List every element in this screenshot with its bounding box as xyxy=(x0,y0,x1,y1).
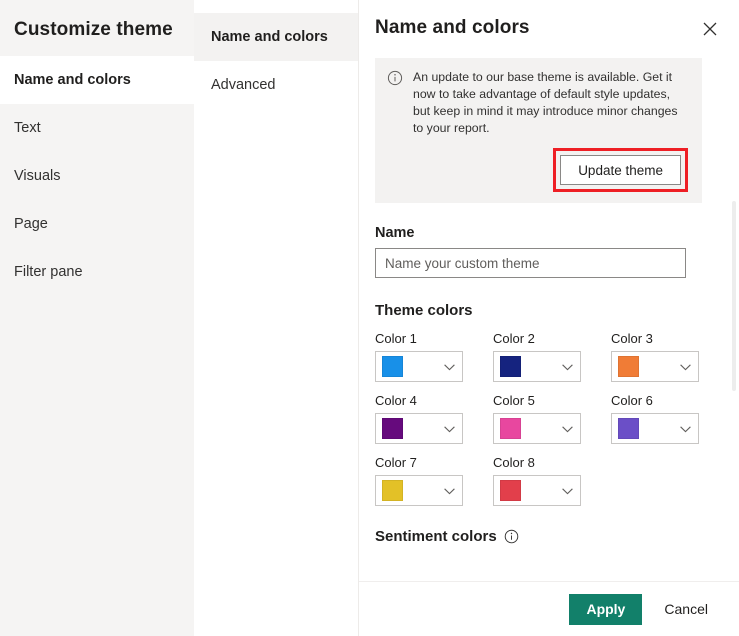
color-cell-7: Color 7 xyxy=(375,455,475,506)
sidebar-item-filter-pane[interactable]: Filter pane xyxy=(0,248,194,296)
chevron-down-icon xyxy=(444,358,455,376)
sidebar-item-name-and-colors[interactable]: Name and colors xyxy=(0,56,194,104)
color-swatch xyxy=(382,480,403,501)
subnav-item-label: Name and colors xyxy=(211,29,328,45)
sidebar: Customize theme Name and colors Text Vis… xyxy=(0,0,194,636)
sidebar-item-label: Visuals xyxy=(14,168,61,184)
main-panel: Name and colors An update to our base th… xyxy=(359,0,739,636)
info-icon[interactable] xyxy=(504,529,519,544)
name-field-label: Name xyxy=(375,225,415,241)
color-label: Color 4 xyxy=(375,393,417,408)
chevron-down-icon xyxy=(680,420,691,438)
theme-colors-title: Theme colors xyxy=(375,302,723,319)
color-label: Color 8 xyxy=(493,455,535,470)
color-cell-1: Color 1 xyxy=(375,331,475,382)
color-swatch xyxy=(618,418,639,439)
customize-theme-dialog: Customize theme Name and colors Text Vis… xyxy=(0,0,739,636)
subnav: Name and colors Advanced xyxy=(194,0,359,636)
sidebar-item-label: Text xyxy=(14,120,41,136)
theme-name-input[interactable] xyxy=(375,248,686,278)
chevron-down-icon xyxy=(562,482,573,500)
chevron-down-icon xyxy=(444,420,455,438)
color-picker-7[interactable] xyxy=(375,475,463,506)
main-body: An update to our base theme is available… xyxy=(359,52,739,581)
theme-update-banner: An update to our base theme is available… xyxy=(375,58,702,203)
color-swatch xyxy=(500,356,521,377)
sidebar-item-page[interactable]: Page xyxy=(0,200,194,248)
color-picker-8[interactable] xyxy=(493,475,581,506)
update-theme-highlight: Update theme xyxy=(553,148,688,192)
main-header: Name and colors xyxy=(359,0,739,42)
subnav-item-name-and-colors[interactable]: Name and colors xyxy=(194,13,358,61)
chevron-down-icon xyxy=(562,358,573,376)
sidebar-item-label: Name and colors xyxy=(14,72,131,88)
scrollbar-track[interactable] xyxy=(731,56,737,578)
color-cell-6: Color 6 xyxy=(611,393,711,444)
page-title: Customize theme xyxy=(14,19,173,40)
banner-content: An update to our base theme is available… xyxy=(387,69,688,137)
chevron-down-icon xyxy=(444,482,455,500)
color-picker-4[interactable] xyxy=(375,413,463,444)
sidebar-item-visuals[interactable]: Visuals xyxy=(0,152,194,200)
color-picker-6[interactable] xyxy=(611,413,699,444)
color-swatch xyxy=(500,418,521,439)
color-swatch xyxy=(382,356,403,377)
color-cell-2: Color 2 xyxy=(493,331,593,382)
sentiment-colors-title: Sentiment colors xyxy=(375,528,723,545)
color-cell-8: Color 8 xyxy=(493,455,593,506)
close-icon[interactable] xyxy=(697,16,723,42)
apply-button[interactable]: Apply xyxy=(569,593,643,625)
color-picker-3[interactable] xyxy=(611,351,699,382)
scrollbar-thumb[interactable] xyxy=(732,201,736,391)
sidebar-item-text[interactable]: Text xyxy=(0,104,194,152)
color-cell-4: Color 4 xyxy=(375,393,475,444)
cancel-button[interactable]: Cancel xyxy=(650,594,722,625)
banner-actions: Update theme xyxy=(387,148,688,192)
sentiment-colors-label: Sentiment colors xyxy=(375,528,497,545)
color-cell-5: Color 5 xyxy=(493,393,593,444)
color-swatch xyxy=(382,418,403,439)
dialog-footer: Apply Cancel xyxy=(359,581,739,636)
info-icon xyxy=(387,70,403,86)
theme-colors-title-label: Theme colors xyxy=(375,302,473,319)
subnav-item-advanced[interactable]: Advanced xyxy=(194,61,358,109)
color-label: Color 3 xyxy=(611,331,653,346)
color-cell-3: Color 3 xyxy=(611,331,711,382)
subnav-item-label: Advanced xyxy=(211,77,276,93)
color-label: Color 6 xyxy=(611,393,653,408)
sidebar-list: Name and colors Text Visuals Page Filter… xyxy=(0,56,194,296)
chevron-down-icon xyxy=(562,420,573,438)
chevron-down-icon xyxy=(680,358,691,376)
color-picker-2[interactable] xyxy=(493,351,581,382)
color-label: Color 7 xyxy=(375,455,417,470)
banner-message: An update to our base theme is available… xyxy=(413,70,678,135)
theme-colors-grid: Color 1 Color 2 Color 3 Color 4 Color 5 … xyxy=(375,331,723,506)
color-label: Color 2 xyxy=(493,331,535,346)
color-swatch xyxy=(618,356,639,377)
main-title: Name and colors xyxy=(375,17,530,38)
color-picker-1[interactable] xyxy=(375,351,463,382)
color-label: Color 1 xyxy=(375,331,417,346)
color-swatch xyxy=(500,480,521,501)
color-picker-5[interactable] xyxy=(493,413,581,444)
color-label: Color 5 xyxy=(493,393,535,408)
update-theme-button[interactable]: Update theme xyxy=(560,155,681,185)
sidebar-item-label: Page xyxy=(14,216,48,232)
sidebar-item-label: Filter pane xyxy=(14,264,83,280)
